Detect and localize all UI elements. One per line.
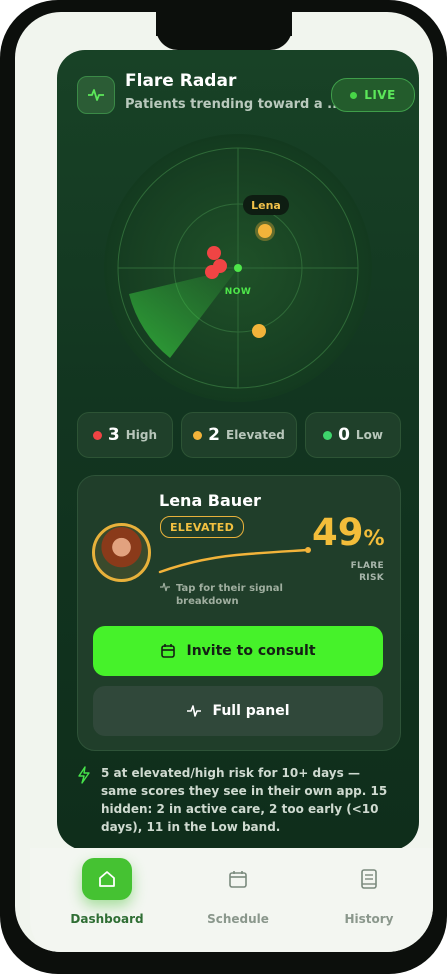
risk-sparkline <box>158 547 311 574</box>
calendar-icon <box>213 858 263 900</box>
status-badge: ELEVATED <box>160 516 244 538</box>
invite-button-label: Invite to consult <box>186 643 316 659</box>
live-dot-icon <box>350 91 358 99</box>
tab-dashboard[interactable]: Dashboard <box>52 858 162 926</box>
panel-button-label: Full panel <box>212 703 290 719</box>
stat-elevated[interactable]: 2 Elevated <box>181 412 297 458</box>
stat-high-count: 3 <box>107 425 120 445</box>
calendar-icon <box>161 644 176 658</box>
risk-unit: % <box>363 526 385 550</box>
radar-chart: NOW Lena <box>104 134 372 402</box>
patient-name: Lena Bauer <box>159 491 261 510</box>
patient-card[interactable]: Lena Bauer ELEVATED 49% FLARE RISK Tap f… <box>77 475 401 751</box>
stat-elevated-label: Elevated <box>226 428 285 442</box>
page-title: Flare Radar <box>125 71 237 91</box>
screen: Flare Radar Patients trending toward a .… <box>15 12 433 952</box>
stat-high[interactable]: 3 High <box>77 412 173 458</box>
stat-elevated-count: 2 <box>208 425 220 445</box>
high-dot-icon <box>92 430 102 440</box>
stat-high-label: High <box>125 428 158 442</box>
lightning-icon <box>78 766 90 784</box>
tab-history[interactable]: History <box>314 858 424 926</box>
radar-blip-elevated[interactable] <box>252 324 266 338</box>
radar-blip-elevated[interactable] <box>258 224 272 238</box>
radar-callout-label: Lena <box>251 199 281 212</box>
radar-center-dot <box>234 264 242 272</box>
device-notch <box>156 12 292 50</box>
risk-caption-line2: RISK <box>359 573 384 583</box>
live-badge[interactable]: LIVE <box>331 78 415 112</box>
flare-radar-card: Flare Radar Patients trending toward a .… <box>57 50 419 850</box>
tab-schedule-label: Schedule <box>207 912 269 926</box>
avatar <box>92 523 151 582</box>
stat-low[interactable]: 0 Low <box>305 412 401 458</box>
low-dot-icon <box>323 430 333 440</box>
risk-value: 49 <box>312 511 364 554</box>
home-icon <box>82 858 132 900</box>
tab-dashboard-label: Dashboard <box>70 912 144 926</box>
stat-low-label: Low <box>355 428 383 442</box>
radar-blip-high[interactable] <box>207 246 221 260</box>
tab-schedule[interactable]: Schedule <box>183 858 293 926</box>
elevated-dot-icon <box>193 430 203 440</box>
full-panel-button[interactable]: Full panel <box>93 686 383 736</box>
book-icon <box>344 858 394 900</box>
risk-percentage: 49% <box>312 511 385 554</box>
pulse-icon <box>187 705 202 717</box>
stat-low-count: 0 <box>338 425 350 445</box>
pulse-small-icon <box>160 582 170 592</box>
summary-footnote: 5 at elevated/high risk for 10+ days — s… <box>77 764 399 836</box>
live-label: LIVE <box>364 88 396 102</box>
risk-caption-line1: FLARE <box>350 561 384 571</box>
invite-to-consult-button[interactable]: Invite to consult <box>93 626 383 676</box>
phone-frame: Flare Radar Patients trending toward a .… <box>0 0 447 974</box>
risk-caption: FLARE RISK <box>330 560 384 584</box>
signal-breakdown-hint[interactable]: Tap for their signal breakdown <box>160 582 316 608</box>
hint-text: Tap for their signal breakdown <box>176 583 283 607</box>
bottom-tab-bar: Dashboard Schedule History <box>30 848 433 952</box>
tab-history-label: History <box>344 912 394 926</box>
page-subtitle: Patients trending toward a ... <box>125 97 343 112</box>
radar-center-label: NOW <box>225 287 252 297</box>
pulse-icon <box>77 76 115 114</box>
radar-blip-high[interactable] <box>213 259 227 273</box>
footnote-text: 5 at elevated/high risk for 10+ days — s… <box>101 766 388 834</box>
